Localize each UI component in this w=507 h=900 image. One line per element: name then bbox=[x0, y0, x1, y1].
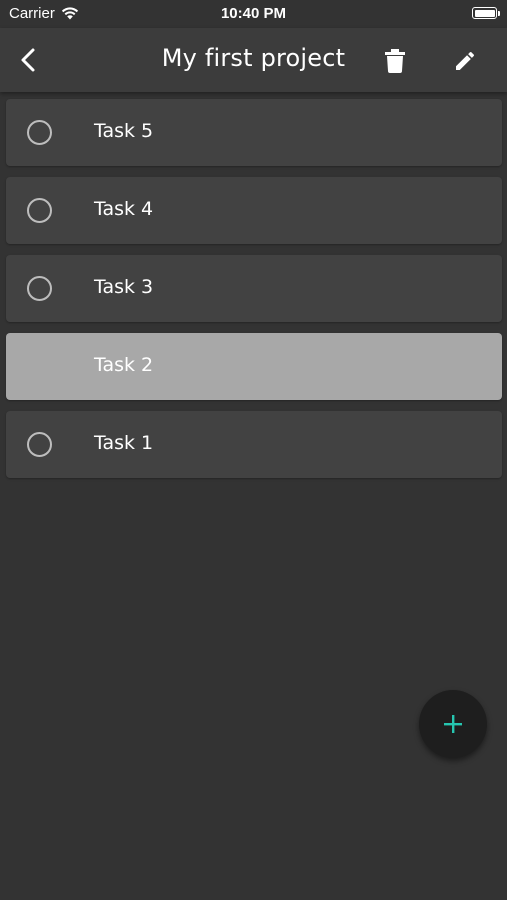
task-checkbox[interactable] bbox=[27, 120, 52, 145]
battery-icon bbox=[472, 7, 500, 19]
edit-project-button[interactable] bbox=[446, 42, 484, 80]
task-label: Task 4 bbox=[94, 198, 154, 220]
task-item-selected[interactable]: Task 2 bbox=[6, 333, 502, 400]
task-item[interactable]: Task 4 bbox=[6, 177, 502, 244]
task-list: Task 5 Task 4 Task 3 Task 2 Task 1 bbox=[6, 99, 502, 489]
plus-icon bbox=[444, 715, 462, 733]
task-item[interactable]: Task 1 bbox=[6, 411, 502, 478]
delete-project-button[interactable] bbox=[376, 42, 414, 80]
task-label: Task 1 bbox=[94, 432, 154, 454]
app-bar: My first project bbox=[0, 28, 507, 92]
trash-icon bbox=[385, 49, 405, 73]
page-title: My first project bbox=[161, 44, 346, 72]
task-item[interactable]: Task 3 bbox=[6, 255, 502, 322]
task-checkbox[interactable] bbox=[27, 198, 52, 223]
clock: 10:40 PM bbox=[220, 5, 287, 22]
task-checkbox[interactable] bbox=[27, 276, 52, 301]
task-label: Task 3 bbox=[94, 276, 154, 298]
task-item[interactable]: Task 5 bbox=[6, 99, 502, 166]
task-label: Task 2 bbox=[94, 354, 154, 376]
task-checkbox[interactable] bbox=[27, 432, 52, 457]
task-label: Task 5 bbox=[94, 120, 154, 142]
status-bar: Carrier 10:40 PM bbox=[0, 0, 507, 28]
battery-fill bbox=[474, 9, 495, 17]
pencil-icon bbox=[456, 51, 475, 70]
add-task-button[interactable] bbox=[419, 690, 487, 758]
